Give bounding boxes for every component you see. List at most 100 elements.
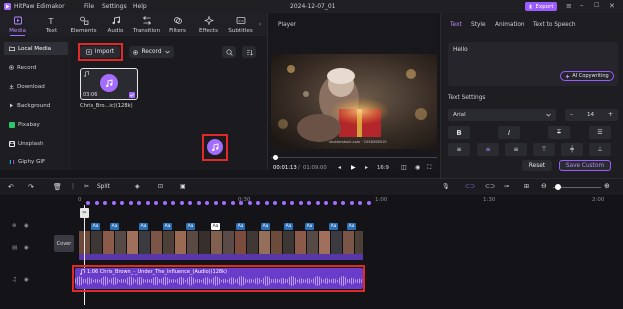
tab-text[interactable]: T Text [36,13,67,36]
increase-icon[interactable]: + [608,111,613,118]
tab-audio[interactable]: Audio [100,13,131,36]
strikethrough-button[interactable]: T [548,126,570,139]
tab-text-to-speech[interactable]: Text to Speech [533,22,576,28]
nav-record[interactable]: Record [4,61,68,74]
zoom-out-icon[interactable]: ⊖ [541,182,547,190]
text-clip[interactable]: Aa [91,223,100,230]
beat-marker[interactable] [137,201,141,205]
video-track-eye-icon[interactable]: ◉ [24,245,29,251]
beat-marker[interactable] [179,201,184,205]
beat-marker[interactable] [222,201,226,205]
beat-marker[interactable] [103,201,107,205]
minimize-icon[interactable]: – [580,1,584,9]
tab-animation[interactable]: Animation [495,22,525,28]
line-spacing-button[interactable]: ☰ [589,126,611,139]
beat-marker[interactable] [324,201,328,205]
text-clip[interactable]: Aa [284,223,293,230]
progress-handle[interactable] [273,155,278,160]
fit-icon[interactable]: ⊞ [524,183,529,190]
beat-marker[interactable] [230,201,235,205]
align-center-button[interactable]: ≡ [477,143,499,156]
record-dropdown[interactable]: Record [129,46,174,58]
beat-marker[interactable] [341,201,345,205]
beat-marker[interactable] [290,201,294,205]
beat-marker[interactable] [120,201,124,205]
beat-marker[interactable] [264,201,269,205]
beat-marker[interactable] [171,201,175,205]
menu-help[interactable]: Help [133,3,147,10]
link-icon[interactable]: ⊂⊃ [465,183,475,190]
search-button[interactable] [222,46,236,58]
tab-effects[interactable]: Effects [193,13,224,36]
beat-marker[interactable] [247,201,252,205]
font-select[interactable]: Arial [448,109,556,121]
zoom-in-icon[interactable]: ⊕ [604,182,610,190]
microphone-icon[interactable]: 🎙 [442,183,450,190]
nav-background[interactable]: Background [4,99,68,112]
beat-marker[interactable] [94,201,99,205]
bold-button[interactable]: B [448,126,470,139]
player-progress[interactable] [271,157,437,158]
nav-unsplash[interactable]: Unsplash [4,137,68,150]
beat-marker[interactable] [298,201,303,205]
split-icon[interactable]: ✂ [84,183,89,190]
save-custom-button[interactable]: Save Custom [559,160,611,171]
aspect-ratio-select[interactable]: 16:9 [377,165,389,171]
valign-middle-button[interactable]: ╪ [561,143,583,156]
close-icon[interactable]: ✕ [609,2,615,10]
split-button[interactable]: Split [97,184,110,190]
beat-marker[interactable] [154,201,158,205]
beat-marker[interactable] [315,201,320,205]
beat-marker[interactable] [196,201,201,205]
valign-bottom-button[interactable]: ⊥ [589,143,611,156]
beat-marker[interactable] [349,201,354,205]
menu-settings[interactable]: Settings [102,3,127,10]
text-track-eye-icon[interactable]: ◉ [24,223,29,229]
beat-marker[interactable] [273,201,277,205]
nav-local-media[interactable]: Local Media [4,42,68,55]
font-size-stepper[interactable]: – 14 + [565,109,618,121]
volume-icon[interactable]: ◉ [415,164,420,171]
next-frame-icon[interactable]: ▸ [365,164,368,171]
beat-marker[interactable] [256,201,260,205]
text-clip[interactable]: Aa [211,223,220,230]
beat-marker[interactable] [358,201,362,205]
media-item[interactable]: 03:06 [80,68,138,100]
export-button[interactable]: Export [525,2,557,11]
beat-marker[interactable] [128,201,133,205]
text-clip[interactable]: Aa [329,223,338,230]
snapshot-icon[interactable]: ◫ [401,164,407,171]
beat-marker[interactable] [239,201,243,205]
beat-marker[interactable] [188,201,192,205]
menu-icon[interactable]: ≡ [566,2,572,10]
video-clip-bar[interactable] [79,254,363,260]
nav-giphy-gif[interactable]: Giphy GIF [4,155,68,168]
beat-marker[interactable] [332,201,337,205]
tab-filters[interactable]: Filters [162,13,193,36]
video-track[interactable] [79,231,363,254]
text-clip[interactable]: Aa [139,223,148,230]
decrease-icon[interactable]: – [570,111,573,118]
text-clip[interactable]: Aa [347,223,356,230]
sort-button[interactable] [242,46,256,58]
undo-icon[interactable]: ↶ [8,183,14,191]
beat-marker[interactable] [162,201,167,205]
beat-marker[interactable] [111,201,116,205]
text-clip[interactable]: Aa [110,223,119,230]
chain-icon[interactable]: ⊸ [504,183,509,190]
crop-icon[interactable]: ⊡ [158,183,163,190]
play-icon[interactable]: ▶ [351,164,356,171]
align-left-button[interactable]: ≡ [448,143,470,156]
tab-style[interactable]: Style [471,22,486,28]
menu-file[interactable]: File [84,3,94,10]
beat-marker[interactable] [281,201,286,205]
beat-marker[interactable] [307,201,311,205]
tab-subtitles[interactable]: Subtitles [224,13,257,36]
align-right-button[interactable]: ≡ [505,143,527,156]
tab-text-props[interactable]: Text [450,22,462,28]
zoom-slider-handle[interactable] [555,184,561,190]
beat-marker[interactable] [366,201,371,205]
text-clip[interactable]: Aa [163,223,172,230]
text-clip[interactable]: Aa [261,223,270,230]
prev-frame-icon[interactable]: ◂ [338,164,341,171]
